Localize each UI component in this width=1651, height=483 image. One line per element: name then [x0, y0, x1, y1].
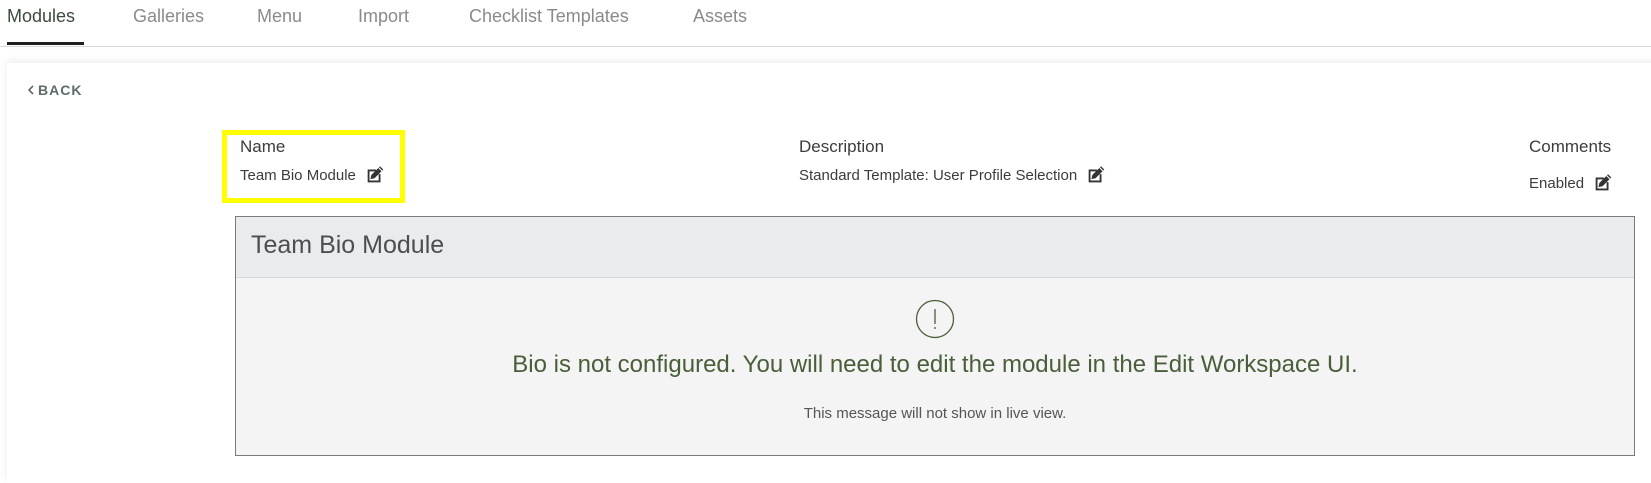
tab-menu[interactable]: Menu — [257, 6, 302, 27]
description-value: Standard Template: User Profile Selectio… — [799, 166, 1078, 184]
edit-description-icon[interactable] — [1085, 164, 1107, 186]
description-label: Description — [799, 137, 885, 156]
chevron-left-icon — [27, 85, 34, 95]
not-configured-message: Bio is not configured. You will need to … — [512, 351, 1358, 378]
tab-assets[interactable]: Assets — [693, 6, 747, 27]
edit-name-icon[interactable] — [364, 164, 386, 186]
back-label: BACK — [38, 82, 83, 98]
comments-label: Comments — [1529, 137, 1612, 156]
description-value-row: Standard Template: User Profile Selectio… — [799, 164, 1107, 186]
tab-galleries[interactable]: Galleries — [133, 6, 204, 27]
tab-modules[interactable]: Modules — [7, 6, 75, 27]
back-link[interactable]: BACK — [27, 82, 82, 98]
name-value: Team Bio Module — [240, 166, 356, 184]
active-tab-indicator — [7, 42, 84, 45]
edit-comments-icon[interactable] — [1592, 172, 1614, 194]
comments-value-row: Enabled — [1529, 172, 1614, 194]
tab-import[interactable]: Import — [358, 6, 409, 27]
comments-value: Enabled — [1529, 174, 1585, 192]
top-tab-bar: Modules Galleries Menu Import Checklist … — [0, 0, 1651, 47]
module-header: Team Bio Module — [236, 217, 1634, 278]
module-title: Team Bio Module — [251, 231, 445, 259]
live-view-note: This message will not show in live view. — [803, 405, 1067, 422]
name-value-row: Team Bio Module — [240, 164, 386, 186]
module-preview: Team Bio Module Bio is not configured. Y… — [235, 216, 1635, 456]
name-label: Name — [240, 137, 286, 156]
exclamation-circle-icon — [915, 299, 955, 339]
tab-checklist-templates[interactable]: Checklist Templates — [469, 6, 629, 27]
